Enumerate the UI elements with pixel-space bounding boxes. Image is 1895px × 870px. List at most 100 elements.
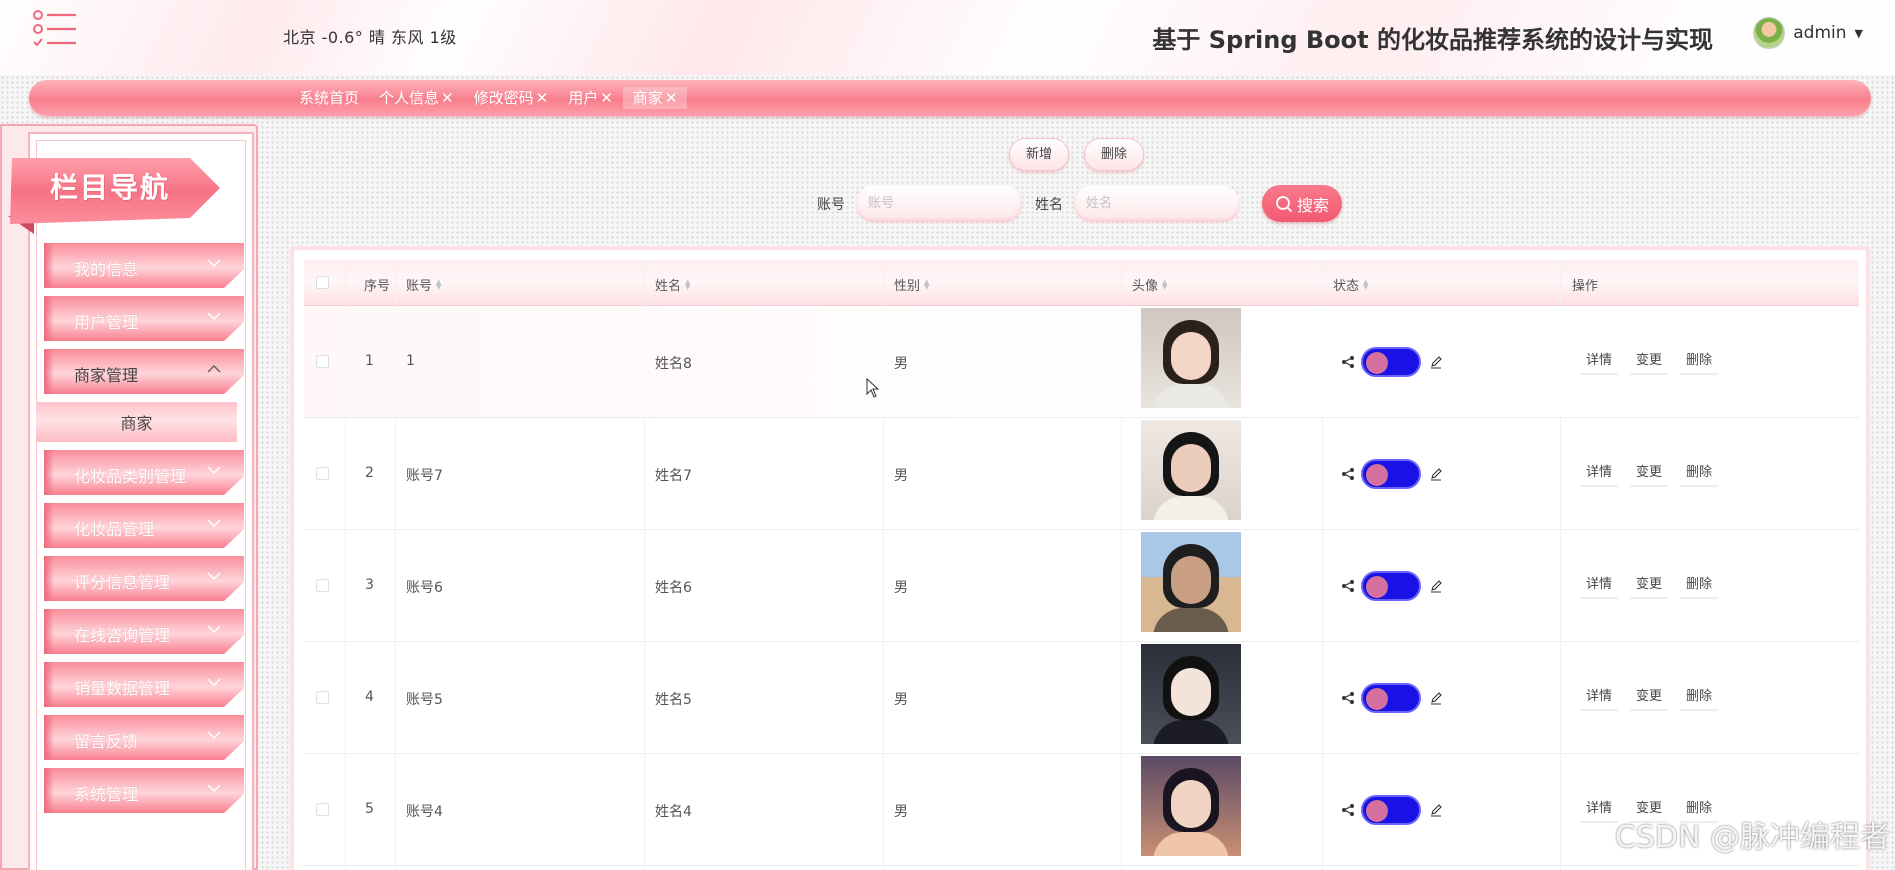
sidebar-item-label: 化妆品类别管理	[74, 467, 187, 486]
header-gender[interactable]: 性别 ▲ ▼	[894, 275, 929, 294]
sort-icon[interactable]: ▲ ▼	[685, 278, 690, 290]
chevron-up-icon	[207, 364, 221, 373]
avatar-image[interactable]	[1141, 644, 1241, 744]
row-checkbox[interactable]	[316, 579, 329, 592]
sidebar-menu-item[interactable]: 评分信息管理	[44, 556, 244, 601]
edit-icon[interactable]	[1429, 579, 1443, 593]
share-icon[interactable]	[1341, 467, 1355, 481]
user-menu[interactable]: admin ▼	[1753, 17, 1863, 49]
row-checkbox[interactable]	[316, 355, 329, 368]
status-toggle[interactable]	[1361, 571, 1421, 601]
change-button[interactable]: 变更	[1630, 461, 1669, 487]
toggle-knob	[1366, 352, 1388, 374]
share-icon[interactable]	[1341, 691, 1355, 705]
status-toggle[interactable]	[1361, 459, 1421, 489]
detail-button[interactable]: 详情	[1580, 573, 1619, 599]
menu-toggle-icon[interactable]	[32, 9, 78, 49]
tab-label: 系统首页	[299, 89, 360, 107]
close-icon[interactable]: ✕	[665, 89, 678, 107]
avatar-image[interactable]	[1141, 308, 1241, 408]
sidebar-menu-item[interactable]: 化妆品管理	[44, 503, 244, 548]
search-icon	[1276, 195, 1293, 212]
edit-icon[interactable]	[1429, 691, 1443, 705]
header-status[interactable]: 状态 ▲ ▼	[1333, 275, 1368, 294]
detail-button[interactable]: 详情	[1580, 461, 1619, 487]
search-button[interactable]: 搜索	[1262, 185, 1342, 222]
delete-button[interactable]: 删除	[1084, 138, 1145, 171]
close-icon[interactable]: ✕	[441, 89, 454, 107]
close-icon[interactable]: ✕	[536, 89, 549, 107]
edit-icon[interactable]	[1429, 467, 1443, 481]
cell-index: 1	[365, 353, 374, 369]
header-name[interactable]: 姓名 ▲ ▼	[655, 275, 690, 294]
change-button[interactable]: 变更	[1630, 349, 1669, 375]
table-row: 1 1 姓名8 男 详情 变更 删除	[304, 306, 1859, 418]
cell-name: 姓名4	[655, 804, 692, 820]
tab-item[interactable]: 个人信息 ✕	[369, 87, 464, 109]
add-button[interactable]: 新增	[1009, 138, 1070, 171]
sidebar-menu-item[interactable]: 系统管理	[44, 768, 244, 813]
table-row: 4 账号5 姓名5 男 详情 变更 删除	[304, 642, 1859, 754]
status-toggle[interactable]	[1361, 683, 1421, 713]
avatar-image[interactable]	[1141, 420, 1241, 520]
status-toggle[interactable]	[1361, 347, 1421, 377]
share-icon[interactable]	[1341, 355, 1355, 369]
row-delete-button[interactable]: 删除	[1680, 461, 1719, 487]
sidebar-submenu-item[interactable]: 商家	[36, 402, 237, 442]
share-icon[interactable]	[1341, 579, 1355, 593]
detail-button[interactable]: 详情	[1580, 797, 1619, 823]
sort-icon[interactable]: ▲ ▼	[1162, 278, 1167, 290]
row-delete-button[interactable]: 删除	[1680, 685, 1719, 711]
sidebar-menu-item[interactable]: 商家管理	[44, 349, 244, 394]
sidebar-menu-item[interactable]: 留言反馈	[44, 715, 244, 760]
chevron-down-icon	[207, 312, 221, 321]
row-delete-button[interactable]: 删除	[1680, 349, 1719, 375]
cell-account: 1	[406, 353, 415, 369]
close-icon[interactable]: ✕	[600, 89, 613, 107]
header-index: 序号	[364, 279, 391, 294]
detail-button[interactable]: 详情	[1580, 685, 1619, 711]
sidebar-menu-item[interactable]: 在线咨询管理	[44, 609, 244, 654]
row-delete-button[interactable]: 删除	[1680, 573, 1719, 599]
toggle-knob	[1366, 688, 1388, 710]
avatar-image[interactable]	[1141, 756, 1241, 856]
tab-item[interactable]: 用户 ✕	[558, 87, 623, 109]
tab-label: 商家	[632, 89, 663, 107]
sidebar-menu-item[interactable]: 用户管理	[44, 296, 244, 341]
edit-icon[interactable]	[1429, 803, 1443, 817]
cell-account: 账号6	[406, 580, 443, 596]
select-all-checkbox[interactable]	[316, 276, 329, 289]
edit-icon[interactable]	[1429, 355, 1443, 369]
sidebar-item-label: 用户管理	[74, 313, 139, 332]
data-table: 序号 账号 ▲ ▼ 姓名 ▲ ▼ 性别 ▲ ▼ 头像 ▲ ▼ 状态 ▲ ▼ 操作 1 1 姓名8 男详情变…	[290, 246, 1870, 870]
sidebar-menu-item[interactable]: 销量数据管理	[44, 662, 244, 707]
avatar-image[interactable]	[1141, 532, 1241, 632]
row-checkbox[interactable]	[316, 803, 329, 816]
tab-item[interactable]: 修改密码 ✕	[464, 87, 559, 109]
tab-item[interactable]: 系统首页	[289, 87, 369, 109]
tab-item[interactable]: 商家 ✕	[622, 87, 688, 109]
toggle-knob	[1366, 576, 1388, 598]
user-name: admin	[1793, 23, 1847, 43]
change-button[interactable]: 变更	[1630, 573, 1669, 599]
sidebar-item-label: 化妆品管理	[74, 520, 155, 539]
tab-list: 系统首页 个人信息 ✕ 修改密码 ✕ 用户 ✕ 商家 ✕	[289, 80, 688, 116]
sort-icon[interactable]: ▲ ▼	[1363, 278, 1368, 290]
sidebar-item-label: 留言反馈	[74, 732, 139, 751]
row-checkbox[interactable]	[316, 467, 329, 480]
name-search-input[interactable]	[1074, 185, 1240, 222]
row-checkbox[interactable]	[316, 691, 329, 704]
status-toggle[interactable]	[1361, 795, 1421, 825]
share-icon[interactable]	[1341, 803, 1355, 817]
sidebar-menu-item[interactable]: 我的信息	[44, 243, 244, 288]
header-avatar[interactable]: 头像 ▲ ▼	[1132, 275, 1167, 294]
change-button[interactable]: 变更	[1630, 685, 1669, 711]
sort-icon[interactable]: ▲ ▼	[436, 278, 441, 290]
header-account[interactable]: 账号 ▲ ▼	[406, 275, 441, 294]
cell-gender: 男	[894, 692, 908, 708]
account-search-input[interactable]	[856, 185, 1022, 222]
table-row: 2 账号7 姓名7 男 详情 变更 删除	[304, 418, 1859, 530]
sidebar-menu-item[interactable]: 化妆品类别管理	[44, 450, 244, 495]
detail-button[interactable]: 详情	[1580, 349, 1619, 375]
sort-icon[interactable]: ▲ ▼	[924, 278, 929, 290]
